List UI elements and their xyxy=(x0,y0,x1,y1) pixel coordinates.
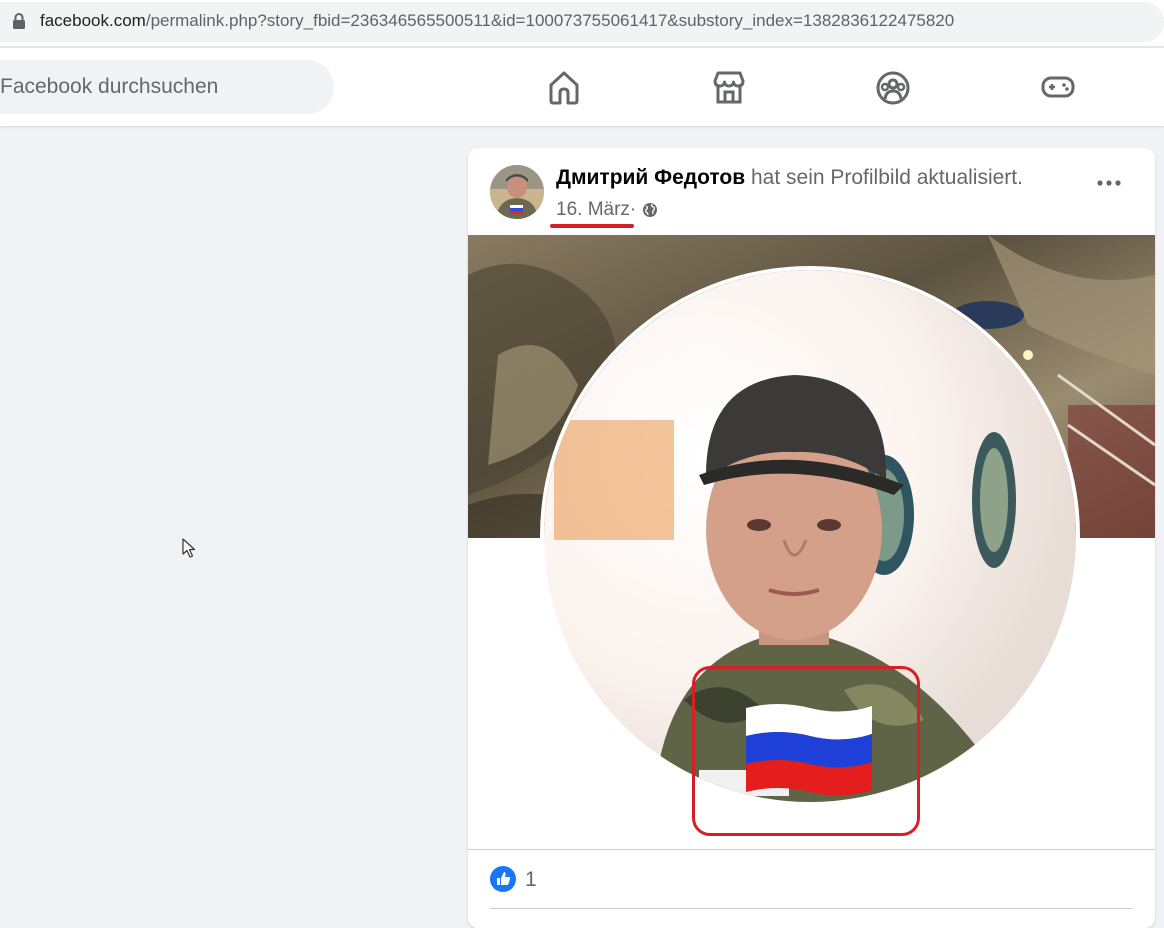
post-divider xyxy=(468,849,1155,850)
post-meta: 16. März · xyxy=(556,199,658,221)
author-name[interactable]: Дмитрий Федотов xyxy=(556,166,745,189)
more-options-icon[interactable] xyxy=(1097,178,1121,188)
like-reaction-icon[interactable] xyxy=(490,866,516,892)
groups-icon[interactable] xyxy=(875,68,911,106)
search-input[interactable] xyxy=(0,60,334,114)
url-host: facebook.com xyxy=(40,11,146,30)
post-action-text: hat sein Profilbild aktualisiert. xyxy=(745,166,1023,189)
marketplace-icon[interactable] xyxy=(711,68,747,106)
post-header: Дмитрий Федотов hat sein Profilbild aktu… xyxy=(556,166,1023,190)
like-count[interactable]: 1 xyxy=(525,868,537,892)
browser-address-bar[interactable]: facebook.com/permalink.php?story_fbid=23… xyxy=(0,0,1164,46)
home-icon[interactable] xyxy=(546,68,582,106)
actions-divider xyxy=(490,908,1133,909)
url-path: /permalink.php?story_fbid=23634656550051… xyxy=(145,11,955,30)
post-date[interactable]: 16. März xyxy=(556,199,630,221)
url-text[interactable]: facebook.com/permalink.php?story_fbid=23… xyxy=(40,11,954,31)
globe-icon[interactable] xyxy=(642,202,658,218)
facebook-header xyxy=(0,48,1164,126)
date-annotation-underline xyxy=(550,224,634,228)
author-avatar[interactable] xyxy=(490,165,544,219)
meta-separator: · xyxy=(629,199,637,220)
gaming-icon[interactable] xyxy=(1040,68,1076,106)
lock-icon xyxy=(13,13,25,29)
flag-annotation-box xyxy=(692,666,920,836)
post-card: Дмитрий Федотов hat sein Profilbild aktu… xyxy=(468,148,1155,928)
mouse-cursor-icon xyxy=(182,538,196,558)
